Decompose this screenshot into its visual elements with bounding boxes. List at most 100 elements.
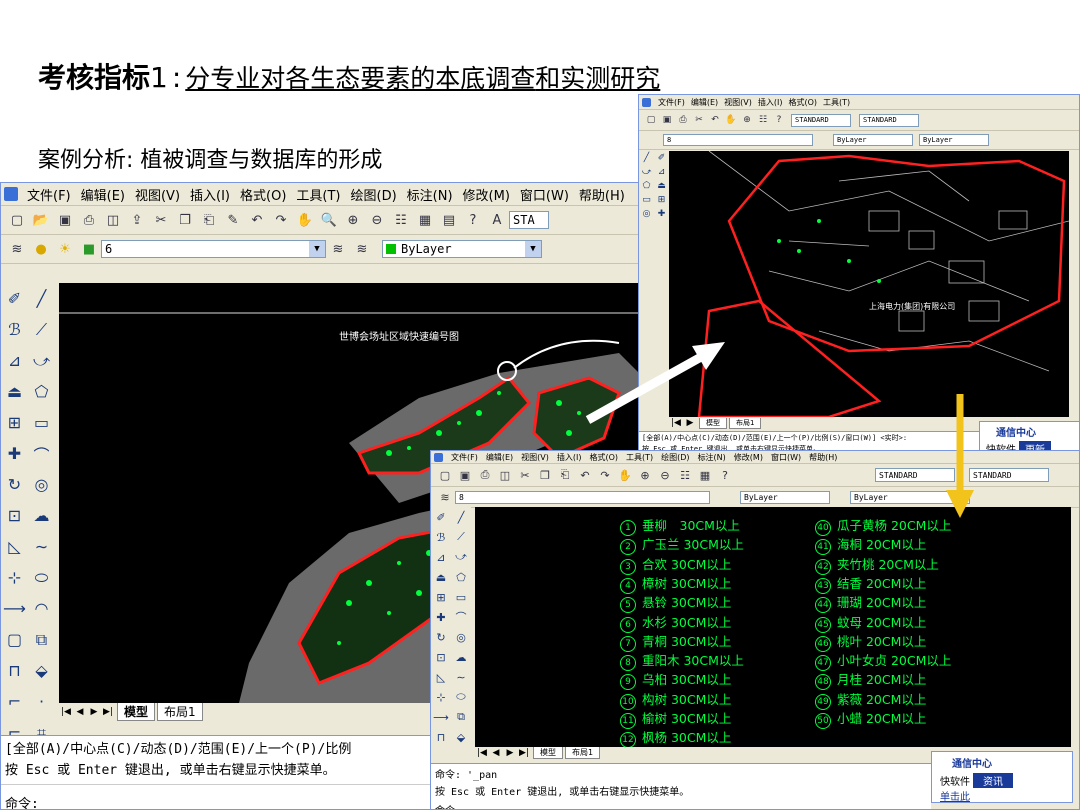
mirror-icon[interactable]: ⊿ bbox=[1, 345, 28, 376]
color-select[interactable]: ByLayer ▼ bbox=[382, 240, 542, 258]
rotate-icon[interactable]: ↻ bbox=[431, 627, 451, 647]
tab-layout1[interactable]: 布局1 bbox=[565, 747, 601, 759]
rectangle-icon[interactable]: ▭ bbox=[28, 407, 55, 438]
menu-help[interactable]: 帮助(H) bbox=[805, 452, 841, 463]
menu-modify[interactable]: 修改(M) bbox=[730, 452, 767, 463]
fillet-icon[interactable]: ⌐ bbox=[1, 686, 28, 717]
chamfer-icon[interactable]: ⊓ bbox=[431, 727, 451, 747]
undo-icon[interactable]: ↶ bbox=[709, 110, 721, 130]
layer-manager-icon[interactable]: ≋ bbox=[437, 487, 453, 507]
mirror-icon[interactable]: ⊿ bbox=[431, 547, 451, 567]
chamfer-icon[interactable]: ⊓ bbox=[1, 655, 28, 686]
menu-insert[interactable]: 插入(I) bbox=[553, 452, 586, 463]
tab-model[interactable]: 模型 bbox=[533, 747, 563, 759]
help-icon[interactable]: ? bbox=[717, 465, 733, 485]
help-icon[interactable]: ? bbox=[463, 210, 483, 230]
new-file-icon[interactable]: ▢ bbox=[7, 210, 27, 230]
color-select[interactable]: ByLayer bbox=[833, 134, 913, 146]
zoom-window-icon[interactable]: ⊕ bbox=[343, 210, 363, 230]
undo-icon[interactable]: ↶ bbox=[247, 210, 267, 230]
text-style-icon[interactable]: A bbox=[487, 210, 507, 230]
ellipse-icon[interactable]: ⬭ bbox=[451, 687, 471, 707]
copy-object-icon[interactable]: ℬ bbox=[1, 314, 28, 345]
dim-style-select[interactable]: STANDARD bbox=[969, 468, 1049, 482]
tool-palette-icon[interactable]: ▤ bbox=[439, 210, 459, 230]
last-tab-icon[interactable]: ▶| bbox=[517, 748, 531, 758]
bottom-drawing-canvas[interactable]: 1 垂柳 30CM以上 2 广玉兰 30CM以上 3 合欢 30CM以上 4 樟树 30CM以… bbox=[475, 507, 1071, 749]
tab-model[interactable]: 模型 bbox=[117, 703, 156, 721]
menu-format[interactable]: 格式(O) bbox=[235, 185, 291, 204]
linetype-select[interactable]: ByLayer bbox=[919, 134, 989, 146]
offset-icon[interactable]: ⏏ bbox=[1, 376, 28, 407]
trim-icon[interactable]: ⊹ bbox=[431, 687, 451, 707]
next-tab-icon[interactable]: ▶ bbox=[503, 748, 517, 758]
make-block-icon[interactable]: ⬙ bbox=[451, 727, 471, 747]
polygon-icon[interactable]: ⬠ bbox=[28, 376, 55, 407]
next-tab-icon[interactable]: ▶ bbox=[87, 707, 101, 717]
bottom-command-line[interactable]: 命令: '_pan 按 Esc 或 Enter 键退出, 或单击右键显示快捷菜单… bbox=[431, 763, 931, 809]
break-icon[interactable]: ▢ bbox=[1, 624, 28, 655]
redo-icon[interactable]: ↷ bbox=[597, 465, 613, 485]
open-file-icon[interactable]: ▣ bbox=[661, 110, 673, 130]
menu-format[interactable]: 格式(O) bbox=[785, 97, 820, 108]
last-tab-icon[interactable]: ▶| bbox=[101, 707, 115, 717]
spline-icon[interactable]: ∼ bbox=[451, 667, 471, 687]
array-icon[interactable]: ⊞ bbox=[1, 407, 28, 438]
offset-icon[interactable]: ⏏ bbox=[654, 179, 669, 193]
pan-icon[interactable]: ✋ bbox=[725, 110, 737, 130]
spline-icon[interactable]: ∼ bbox=[28, 531, 55, 562]
cut-icon[interactable]: ✂ bbox=[693, 110, 705, 130]
make-current-icon[interactable]: ≋ bbox=[328, 239, 348, 259]
design-center-icon[interactable]: ▦ bbox=[697, 465, 713, 485]
polygon-icon[interactable]: ⬠ bbox=[451, 567, 471, 587]
menu-insert[interactable]: 插入(I) bbox=[755, 97, 786, 108]
insert-block-icon[interactable]: ⧉ bbox=[28, 624, 55, 655]
xline-icon[interactable]: ⟋ bbox=[28, 314, 55, 345]
zoom-realtime-icon[interactable]: ⊕ bbox=[637, 465, 653, 485]
arc-icon[interactable]: ⌒ bbox=[451, 607, 471, 627]
layer-select[interactable]: 6 ▼ bbox=[101, 240, 326, 258]
pan-icon[interactable]: ✋ bbox=[295, 210, 315, 230]
scale-icon[interactable]: ⊡ bbox=[1, 500, 28, 531]
comm-link[interactable]: 单击此 bbox=[932, 788, 1072, 803]
point-icon[interactable]: · bbox=[28, 686, 55, 717]
revcloud-icon[interactable]: ☁ bbox=[28, 500, 55, 531]
properties-icon[interactable]: ☷ bbox=[757, 110, 769, 130]
bottom-comm-center[interactable]: 通信中心 快软件 资讯 单击此 bbox=[931, 751, 1073, 803]
menu-edit[interactable]: 编辑(E) bbox=[688, 97, 721, 108]
new-file-icon[interactable]: ▢ bbox=[645, 110, 657, 130]
prev-tab-icon[interactable]: ◀ bbox=[73, 707, 87, 717]
move-icon[interactable]: ✚ bbox=[654, 207, 669, 221]
move-icon[interactable]: ✚ bbox=[1, 438, 28, 469]
menu-tools[interactable]: 工具(T) bbox=[820, 97, 853, 108]
match-prop-icon[interactable]: ✎ bbox=[223, 210, 243, 230]
menu-help[interactable]: 帮助(H) bbox=[574, 185, 630, 204]
line-icon[interactable]: ╱ bbox=[639, 151, 654, 165]
ellipse-arc-icon[interactable]: ◠ bbox=[28, 593, 55, 624]
trim-icon[interactable]: ⊹ bbox=[1, 562, 28, 593]
menu-window[interactable]: 窗口(W) bbox=[515, 185, 574, 204]
stretch-icon[interactable]: ◺ bbox=[1, 531, 28, 562]
circle-icon[interactable]: ◎ bbox=[28, 469, 55, 500]
publish-icon[interactable]: ⇪ bbox=[127, 210, 147, 230]
layer-select[interactable]: 8 bbox=[663, 134, 813, 146]
print-icon[interactable]: ⎙ bbox=[79, 210, 99, 230]
menu-edit[interactable]: 编辑(E) bbox=[482, 452, 517, 463]
erase-icon[interactable]: ✐ bbox=[431, 507, 451, 527]
open-file-icon[interactable]: ▣ bbox=[457, 465, 473, 485]
insert-block-icon[interactable]: ⧉ bbox=[451, 707, 471, 727]
polyline-icon[interactable]: ⤻ bbox=[639, 165, 654, 179]
polygon-icon[interactable]: ⬠ bbox=[639, 179, 654, 193]
zoom-previous-icon[interactable]: ⊖ bbox=[657, 465, 673, 485]
polyline-icon[interactable]: ⤻ bbox=[451, 547, 471, 567]
mirror-icon[interactable]: ⊿ bbox=[654, 165, 669, 179]
ellipse-icon[interactable]: ⬭ bbox=[28, 562, 55, 593]
rectangle-icon[interactable]: ▭ bbox=[451, 587, 471, 607]
undo-icon[interactable]: ↶ bbox=[577, 465, 593, 485]
design-center-icon[interactable]: ▦ bbox=[415, 210, 435, 230]
properties-icon[interactable]: ☷ bbox=[677, 465, 693, 485]
menu-view[interactable]: 视图(V) bbox=[130, 185, 185, 204]
save-icon[interactable]: ⎙ bbox=[677, 110, 689, 130]
redo-icon[interactable]: ↷ bbox=[271, 210, 291, 230]
line-icon[interactable]: ╱ bbox=[28, 283, 55, 314]
